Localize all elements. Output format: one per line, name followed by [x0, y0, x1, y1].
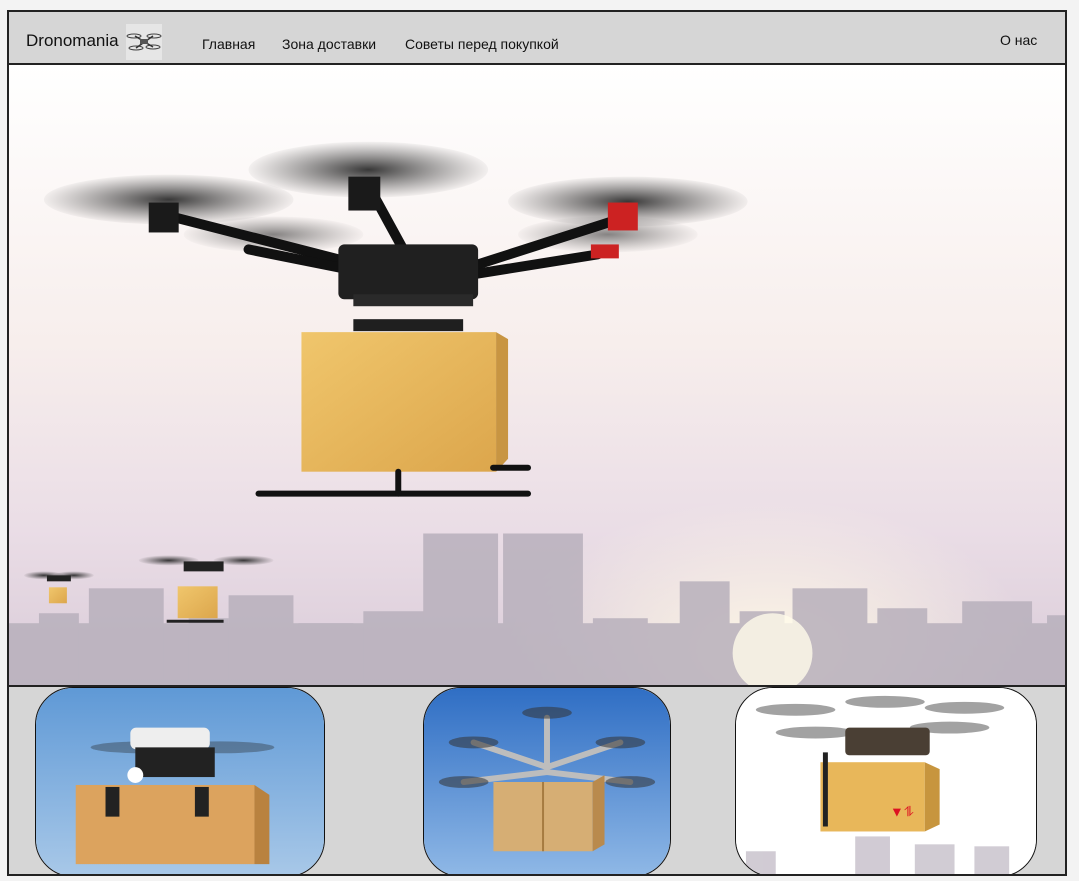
nav-link-about[interactable]: О нас: [1000, 32, 1037, 48]
svg-text:▼⥮: ▼⥮: [890, 804, 914, 820]
gallery-card-1[interactable]: [35, 687, 325, 874]
gallery-card-2[interactable]: [423, 687, 671, 874]
nav-link-delivery-zone[interactable]: Зона доставки: [282, 36, 376, 52]
drone-icon: [126, 24, 162, 60]
gallery-card-3[interactable]: ▼⥮: [735, 687, 1037, 874]
nav-link-home[interactable]: Главная: [202, 36, 255, 52]
page-frame: Dronomania Главная Зона доставки Советы …: [7, 10, 1067, 876]
brand-name[interactable]: Dronomania: [26, 31, 119, 51]
nav-link-buying-tips[interactable]: Советы перед покупкой: [405, 36, 559, 52]
navbar: Dronomania Главная Зона доставки Советы …: [9, 12, 1065, 65]
gallery-strip: ▼⥮: [9, 687, 1065, 874]
hero-image: [9, 65, 1065, 687]
